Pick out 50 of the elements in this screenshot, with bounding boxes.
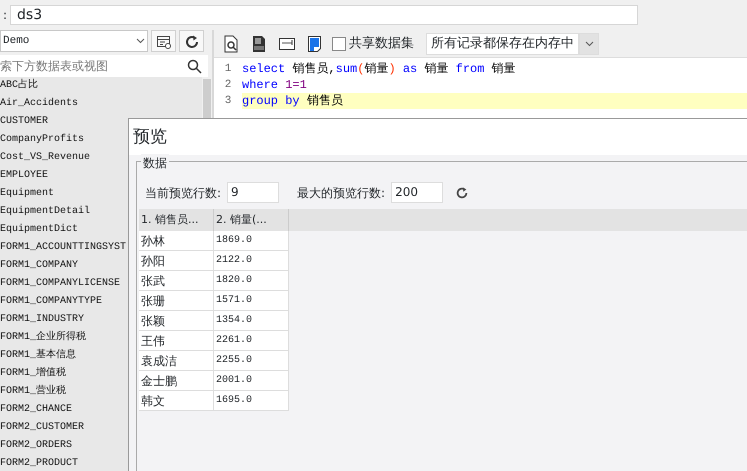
table-cell: 2122.0 (214, 251, 289, 271)
table-cell: 1820.0 (214, 271, 289, 291)
sql-file-icon (253, 36, 265, 52)
table-cell: 韩文 (139, 391, 214, 411)
table-cell: 1695.0 (214, 391, 289, 411)
name-field[interactable]: ds3 (10, 5, 638, 25)
table-cell: 张颖 (139, 311, 214, 331)
search-icon[interactable] (187, 58, 202, 74)
refresh-icon[interactable] (455, 186, 470, 200)
table-edit-icon (156, 36, 170, 49)
datasource-select[interactable]: Demo (0, 30, 148, 52)
document-icon (308, 36, 321, 52)
current-rows-field[interactable]: 9 (227, 182, 280, 203)
table-cell: 孙阳 (139, 251, 214, 271)
table-cell: 王伟 (139, 331, 214, 351)
caret-icon (584, 40, 594, 46)
scrollbar-thumb[interactable] (203, 79, 211, 119)
line-number: 3 (224, 94, 232, 109)
share-checkbox[interactable] (332, 36, 346, 50)
field-label: 最大的预览行数: (297, 184, 386, 202)
max-rows-field[interactable]: 200 (391, 182, 444, 203)
document-search-icon (224, 35, 238, 52)
table-item[interactable]: ABC占比 (0, 77, 202, 95)
table-settings-button[interactable] (151, 30, 176, 52)
checkbox-label: 共享数据集 (349, 34, 414, 53)
refresh-button[interactable] (179, 30, 204, 52)
table-cell: 金士鹏 (139, 371, 214, 391)
table-cell: 张珊 (139, 291, 214, 311)
field-label: 当前预览行数: (145, 184, 222, 202)
dialog-title: 预览 (132, 126, 168, 149)
table-item[interactable]: Air_Accidents (0, 95, 202, 113)
table-cell: 张武 (139, 271, 214, 291)
table-cell: 1869.0 (214, 231, 289, 251)
caret-icon (136, 38, 145, 44)
table-cell: 1354.0 (214, 311, 289, 331)
field-label: : (3, 7, 8, 24)
group-title: 数据 (141, 154, 169, 172)
code-line: select 销售员,sum(销量) as 销量 from 销量 (242, 61, 517, 77)
table-cell: 2261.0 (214, 331, 289, 351)
line-number: 1 (224, 62, 232, 77)
table-cell: 2001.0 (214, 371, 289, 391)
table-cell: 1571.0 (214, 291, 289, 311)
search-field[interactable]: 索下方数据表或视图 (0, 55, 181, 77)
table-cell: 2255.0 (214, 351, 289, 371)
sql-export-icon (279, 38, 295, 50)
refresh-icon (186, 35, 198, 48)
table-cell: 孙林 (139, 231, 214, 251)
line-number: 2 (224, 78, 232, 93)
code-line: where 1=1 (242, 77, 308, 93)
table-cell: 袁成洁 (139, 351, 214, 371)
